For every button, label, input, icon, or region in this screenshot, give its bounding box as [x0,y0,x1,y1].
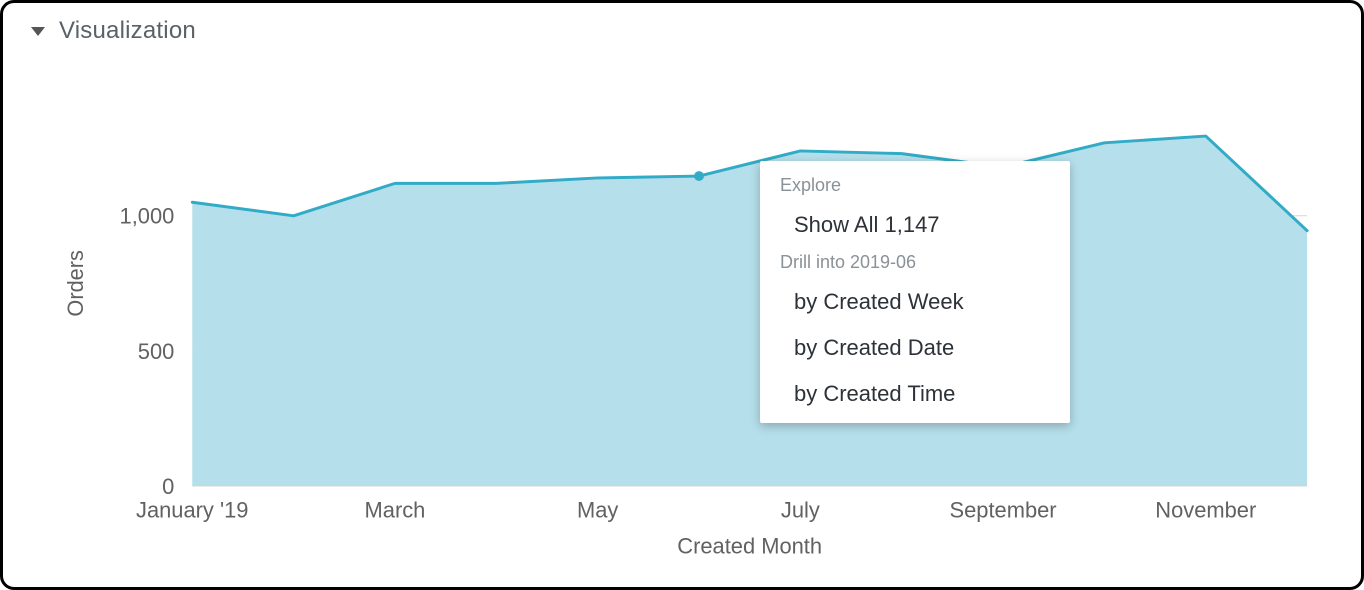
popover-explore-heading: Explore [760,171,1070,202]
x-tick: January '19 [136,498,248,523]
area-fill [192,136,1307,486]
y-tick: 500 [138,339,175,364]
x-axis-title: Created Month [677,533,822,558]
x-tick: September [950,498,1057,523]
visualization-panel: Visualization 0 500 1,000 January '19 March M… [0,0,1364,590]
x-tick: November [1155,498,1256,523]
popover-drill-week[interactable]: by Created Week [760,279,1070,325]
orders-area-chart[interactable]: 0 500 1,000 January '19 March May July Septembe… [33,51,1331,577]
popover-show-all[interactable]: Show All 1,147 [760,202,1070,248]
x-tick: May [577,498,618,523]
drill-popover: Explore Show All 1,147 Drill into 2019-0… [760,161,1070,423]
y-tick: 0 [162,474,174,499]
y-axis-title: Orders [63,250,88,317]
x-tick: March [365,498,426,523]
plot-area: 0 500 1,000 January '19 March May July Septembe… [33,51,1331,577]
collapse-caret-icon[interactable] [31,27,45,36]
panel-title: Visualization [59,17,196,45]
x-tick: July [781,498,820,523]
data-point-highlight[interactable] [694,171,704,181]
y-tick: 1,000 [120,204,175,229]
panel-header: Visualization [3,3,1361,53]
popover-drill-time[interactable]: by Created Time [760,371,1070,417]
popover-drill-date[interactable]: by Created Date [760,325,1070,371]
popover-drill-heading: Drill into 2019-06 [760,248,1070,279]
